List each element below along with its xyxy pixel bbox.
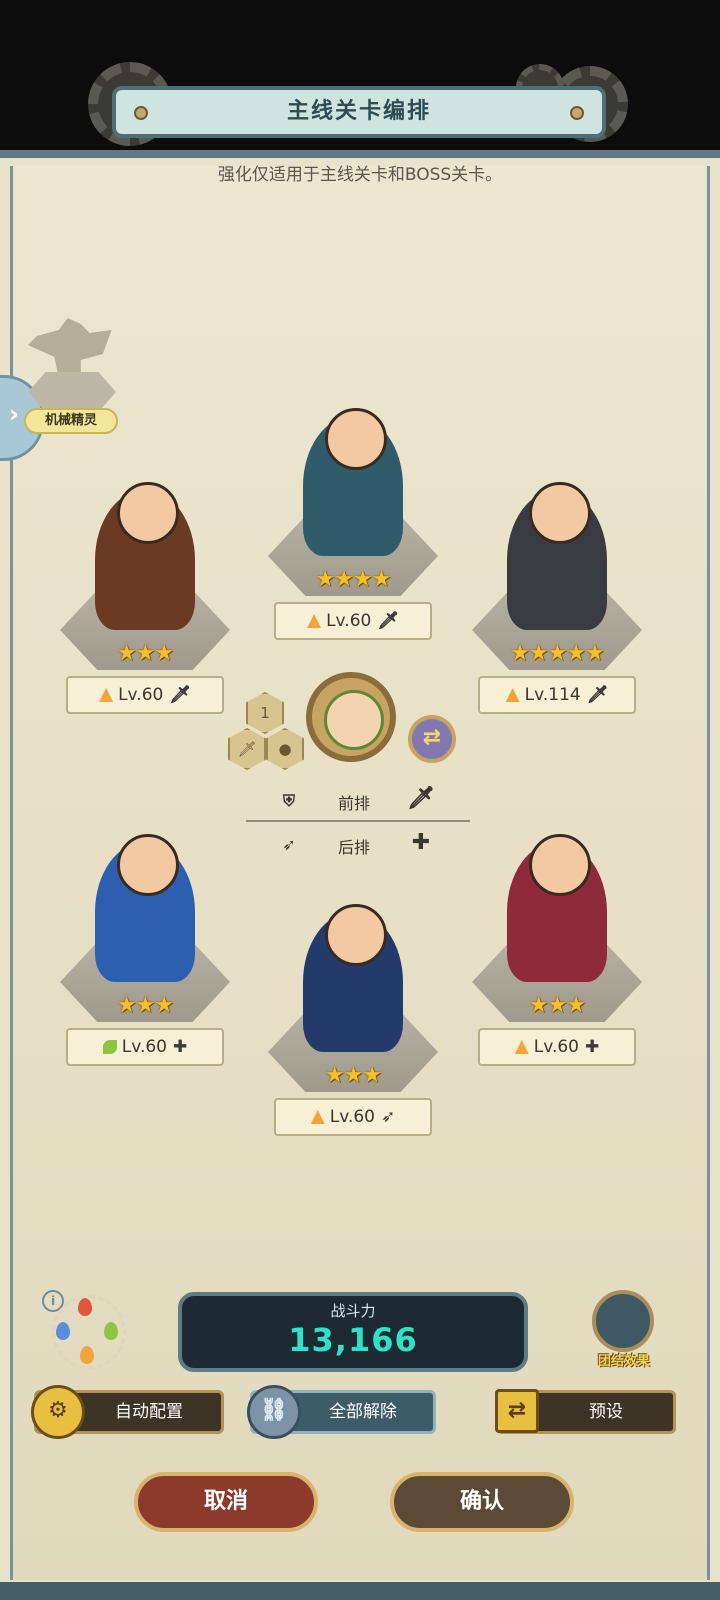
- hero-sprite: [507, 482, 607, 630]
- title-rivet-right: [570, 106, 584, 120]
- chevron-right-icon: ›: [9, 400, 19, 428]
- combat-power-box: 战斗力 13,166: [178, 1292, 528, 1372]
- combat-power-value: 13,166: [288, 1321, 418, 1359]
- hero-stars: ★★★★★: [510, 641, 605, 666]
- hero-stars: ★★★★: [315, 567, 392, 592]
- hero-level-box: Lv.60 🗡: [66, 676, 224, 714]
- hero-level-box: Lv.60 ➶: [274, 1098, 432, 1136]
- hero-slot-bottom-right[interactable]: ★★★ Lv.60 ✚: [472, 830, 642, 1070]
- wind-element-icon: [102, 1040, 117, 1054]
- sword-icon: 🗡: [377, 611, 399, 631]
- hero-sprite: [95, 834, 195, 982]
- unlink-icon: ⛓: [247, 1385, 301, 1439]
- hero-slot-bottom-center[interactable]: ★★★ Lv.60 ➶: [268, 900, 438, 1140]
- spirit-label[interactable]: 机械精灵: [24, 408, 118, 434]
- hero-sprite: [507, 834, 607, 982]
- hero-sprite: [303, 408, 403, 556]
- hero-level: Lv.60: [121, 1037, 167, 1057]
- hero-sprite: [303, 904, 403, 1052]
- hero-level: Lv.60: [329, 1107, 375, 1127]
- plus-icon: ✚: [411, 830, 431, 855]
- swap-icon[interactable]: ⇄: [408, 715, 456, 763]
- swap-arrows-icon: ⇄: [495, 1389, 539, 1433]
- water-element-icon: [56, 1322, 70, 1340]
- hero-stars: ★★★: [116, 641, 174, 666]
- leader-face: [324, 690, 384, 750]
- hero-level: Lv.60: [118, 685, 164, 705]
- fire-element-icon: [99, 688, 114, 702]
- handshake-icon[interactable]: [592, 1290, 654, 1352]
- clear-all-button[interactable]: ⛓ 全部解除: [247, 1385, 436, 1439]
- leader-portrait[interactable]: [306, 672, 396, 762]
- gear-icon: ⚙: [31, 1385, 85, 1439]
- hero-sprite: [95, 482, 195, 630]
- bow-icon: ➶: [381, 1107, 396, 1127]
- plus-icon: ✚: [585, 1037, 600, 1057]
- fire-element-icon: [307, 614, 322, 628]
- hero-slot-bottom-left[interactable]: ★★★ Lv.60 ✚: [60, 830, 230, 1070]
- cancel-button[interactable]: 取消: [134, 1472, 318, 1532]
- hero-level-box: Lv.60 ✚: [66, 1028, 224, 1066]
- fire-element-icon: [310, 1110, 325, 1124]
- page-title: 主线关卡编排: [286, 99, 431, 124]
- page-subtitle: 强化仅适用于主线关卡和BOSS关卡。: [217, 165, 503, 185]
- shield-icon: ⛨: [282, 791, 295, 810]
- bow-icon: ➶: [282, 835, 296, 854]
- earth-element-icon: [80, 1346, 94, 1364]
- hero-level: Lv.60: [533, 1037, 579, 1057]
- hero-stars: ★★★: [528, 993, 586, 1018]
- title-rivet-left: [134, 106, 148, 120]
- fire-element-icon: [505, 688, 520, 702]
- sword-icon: 🗡: [407, 786, 435, 811]
- fire-element-icon: [514, 1040, 529, 1054]
- row-divider: [246, 820, 470, 822]
- confirm-button[interactable]: 确认: [390, 1472, 574, 1532]
- hero-level: Lv.114: [524, 685, 581, 705]
- spirit-pedestal: [28, 372, 116, 412]
- fire-element-icon: [78, 1298, 92, 1316]
- sword-icon: 🗡: [169, 685, 191, 705]
- plus-icon: ✚: [173, 1037, 188, 1057]
- hero-level-box: Lv.114 🗡: [478, 676, 636, 714]
- back-row: ➶ 后排 ✚: [276, 830, 436, 860]
- hero-slot-top-center[interactable]: ★★★★ Lv.60 🗡: [268, 404, 438, 644]
- hero-slot-left[interactable]: ★★★ Lv.60 🗡: [60, 478, 230, 718]
- unity-effect-label[interactable]: 团结效果: [586, 1350, 662, 1369]
- hero-level: Lv.60: [326, 611, 372, 631]
- front-row: ⛨ 前排 🗡: [276, 786, 436, 816]
- preset-button[interactable]: ⇄ 预设: [495, 1389, 676, 1434]
- hero-stars: ★★★: [324, 1063, 382, 1088]
- title-bar: 主线关卡编排: [112, 86, 606, 138]
- auto-configure-button[interactable]: ⚙ 自动配置: [31, 1385, 224, 1439]
- hero-stars: ★★★: [116, 993, 174, 1018]
- combat-power-label: 战斗力: [330, 1302, 376, 1320]
- bottom-bar: [0, 1582, 720, 1600]
- front-row-label: 前排: [337, 794, 370, 813]
- back-row-label: 后排: [337, 838, 370, 857]
- sword-icon: 🗡: [586, 685, 609, 705]
- wind-element-icon: [104, 1322, 118, 1340]
- hero-slot-right[interactable]: ★★★★★ Lv.114 🗡: [472, 478, 642, 718]
- hero-level-box: Lv.60 🗡: [274, 602, 432, 640]
- hero-level-box: Lv.60 ✚: [478, 1028, 636, 1066]
